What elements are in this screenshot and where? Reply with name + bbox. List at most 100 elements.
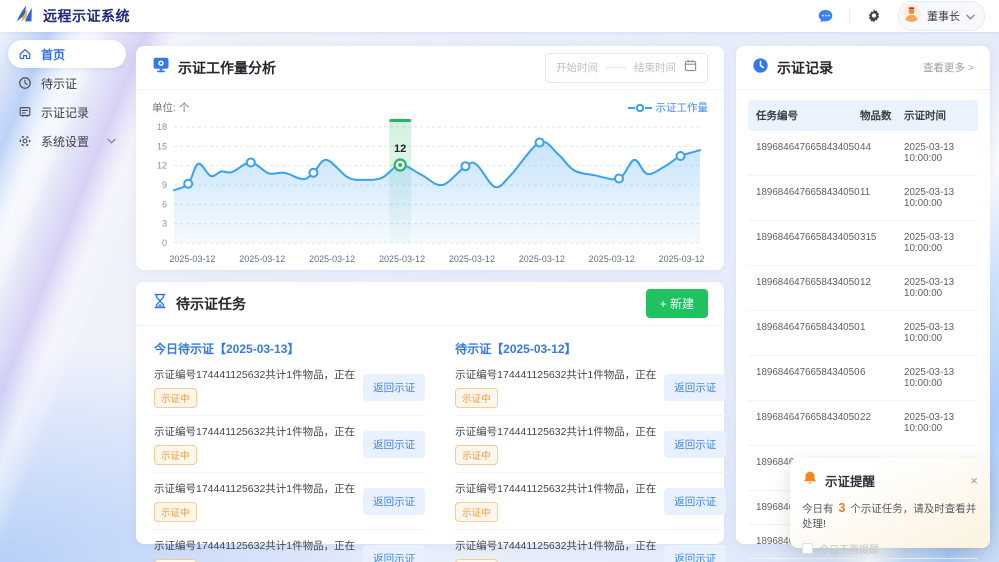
task-text: 示证编号174441125632共计1件物品，正在示证。 (154, 538, 355, 553)
task-main: 示证编号174441125632共计1件物品，正在示证。 示证中 (154, 481, 355, 522)
start-date-field[interactable]: 开始时间 (556, 60, 598, 75)
task-main: 示证编号174441125632共计1件物品，正在示证。 示证中 (154, 367, 355, 408)
tasks-card-header: 待示证任务 + 新建 (136, 282, 724, 326)
workload-card-header: 示证工作量分析 开始时间 —— 结束时间 (136, 46, 724, 90)
task-main: 示证编号174441125632共计1件物品，正在示证。 示证中 (154, 538, 355, 562)
cell-task-no: 1896846476658434050 (756, 187, 860, 209)
chart-marker (184, 180, 192, 188)
y-tick-label: 3 (162, 219, 167, 229)
new-task-button[interactable]: + 新建 (646, 289, 708, 318)
task-group-title: 今日待示证【2025-03-13】 (154, 336, 425, 359)
sidebar-item-label: 首页 (41, 46, 65, 63)
legend-marker-icon (628, 103, 652, 113)
tasks-title: 待示证任务 (176, 294, 246, 314)
return-evidence-button[interactable]: 返回示证 (363, 545, 425, 562)
sidebar-item-label: 示证记录 (41, 104, 89, 121)
cell-time: 2025-03-13 10:00:00 (904, 322, 970, 344)
toast-message: 今日有 3 个示证任务，请及时查看并处理! (802, 501, 978, 531)
table-row[interactable]: 1896846476658434050 315 2025-03-13 10:00… (748, 221, 978, 266)
y-tick-label: 6 (162, 199, 167, 209)
end-date-field[interactable]: 结束时间 (634, 60, 676, 75)
table-row[interactable]: 1896846476658434050 44 2025-03-13 10:00:… (748, 131, 978, 176)
y-tick-label: 12 (157, 161, 167, 171)
chart-marker (461, 162, 469, 170)
table-row[interactable]: 1896846476658434050 11 2025-03-13 10:00:… (748, 176, 978, 221)
view-more-link[interactable]: 查看更多 > (923, 60, 974, 75)
chart-marker (247, 158, 255, 166)
date-range-picker[interactable]: 开始时间 —— 结束时间 (545, 53, 708, 83)
checkbox-icon[interactable] (802, 543, 813, 554)
task-list: 示证编号174441125632共计1件物品，正在示证。 示证中 返回示证 示证… (154, 359, 425, 562)
cell-time: 2025-03-13 10:00:00 (904, 187, 970, 209)
workload-card: 示证工作量分析 开始时间 —— 结束时间 单位: 个 示证工作量 (136, 46, 724, 270)
sidebar-item-records[interactable]: 示证记录 (8, 98, 126, 126)
x-tick-label: 2025-03-12 (659, 254, 705, 264)
col-time: 示证时间 (904, 108, 970, 123)
records-title: 示证记录 (777, 58, 833, 78)
sidebar-item-settings[interactable]: 系统设置 (8, 127, 126, 155)
workload-line-chart[interactable]: 03691215182025-03-122025-03-122025-03-12… (144, 117, 710, 269)
task-status-badge: 示证中 (154, 502, 197, 522)
table-row[interactable]: 1896846476658434050 6 2025-03-13 10:00:0… (748, 356, 978, 401)
mute-today-checkbox[interactable]: 今日不再提醒 (802, 541, 978, 556)
x-tick-label: 2025-03-12 (449, 254, 495, 264)
table-row[interactable]: 1896846476658434050 1 2025-03-13 10:00:0… (748, 311, 978, 356)
return-evidence-button[interactable]: 返回示证 (664, 488, 726, 515)
task-item: 示证编号174441125632共计1件物品，正在示证。 示证中 返回示证 (154, 530, 425, 562)
task-text: 示证编号174441125632共计1件物品，正在示证。 (154, 481, 355, 496)
cell-time: 2025-03-13 10:00:00 (904, 412, 970, 434)
task-main: 示证编号174441125632共计1件物品，正在示证。 示证中 (455, 538, 656, 562)
task-item: 示证编号174441125632共计1件物品，正在示证。 示证中 返回示证 (455, 416, 726, 473)
toast-title: 示证提醒 (825, 471, 875, 490)
cell-task-no: 1896846476658434050 (756, 412, 860, 434)
table-row[interactable]: 1896846476658434050 12 2025-03-13 10:00:… (748, 266, 978, 311)
cell-count: 315 (860, 232, 904, 254)
cell-count: 22 (860, 412, 904, 434)
record-icon (18, 105, 32, 119)
user-name: 董事长 (927, 8, 960, 24)
top-header: 远程示证系统 (0, 0, 999, 32)
dashboard-page: 远程示证系统 (0, 0, 999, 562)
task-item: 示证编号174441125632共计1件物品，正在示证。 示证中 返回示证 (154, 359, 425, 416)
legend-workload[interactable]: 示证工作量 (628, 100, 709, 115)
message-icon[interactable] (815, 6, 835, 26)
cell-task-no: 1896846476658434050 (756, 142, 860, 164)
return-evidence-button[interactable]: 返回示证 (363, 488, 425, 515)
gear-icon[interactable] (864, 6, 884, 26)
cell-count: 6 (860, 367, 904, 389)
x-tick-label: 2025-03-12 (519, 254, 565, 264)
return-evidence-button[interactable]: 返回示证 (664, 545, 726, 562)
x-tick-label: 2025-03-12 (379, 254, 425, 264)
legend-label: 示证工作量 (656, 100, 709, 115)
highlight-marker-dot (398, 163, 402, 167)
table-row[interactable]: 1896846476658434050 22 2025-03-13 10:00:… (748, 401, 978, 446)
return-evidence-button[interactable]: 返回示证 (363, 431, 425, 458)
top-actions: 董事长 (815, 1, 985, 31)
return-evidence-button[interactable]: 返回示证 (664, 374, 726, 401)
task-main: 示证编号174441125632共计1件物品，正在示证。 示证中 (154, 424, 355, 465)
sidebar-item-home[interactable]: 首页 (8, 40, 126, 68)
task-text: 示证编号174441125632共计1件物品，正在示证。 (455, 538, 656, 553)
cell-count: 1 (860, 322, 904, 344)
task-text: 示证编号174441125632共计1件物品，正在示证。 (455, 367, 656, 382)
sidebar-item-pending[interactable]: 待示证 (8, 69, 126, 97)
user-menu[interactable]: 董事长 (898, 1, 985, 31)
task-text: 示证编号174441125632共计1件物品，正在示证。 (455, 481, 656, 496)
x-tick-label: 2025-03-12 (169, 254, 215, 264)
task-status-badge: 示证中 (455, 388, 498, 408)
col-count: 物品数 (860, 108, 904, 123)
sidebar-item-label: 待示证 (41, 75, 77, 92)
cell-task-no: 1896846476658434050 (756, 322, 860, 344)
chart-marker (677, 152, 685, 160)
y-tick-label: 15 (157, 141, 167, 151)
unit-label: 单位: 个 (152, 100, 189, 115)
hourglass-icon (152, 293, 168, 314)
return-evidence-button[interactable]: 返回示证 (363, 374, 425, 401)
bell-icon (802, 470, 818, 491)
chevron-down-icon (966, 7, 975, 25)
clock-icon (18, 76, 32, 90)
close-icon[interactable]: × (970, 474, 978, 487)
return-evidence-button[interactable]: 返回示证 (664, 431, 726, 458)
point-value-label: 12 (394, 143, 406, 155)
brand: 远程示证系统 (14, 3, 130, 30)
